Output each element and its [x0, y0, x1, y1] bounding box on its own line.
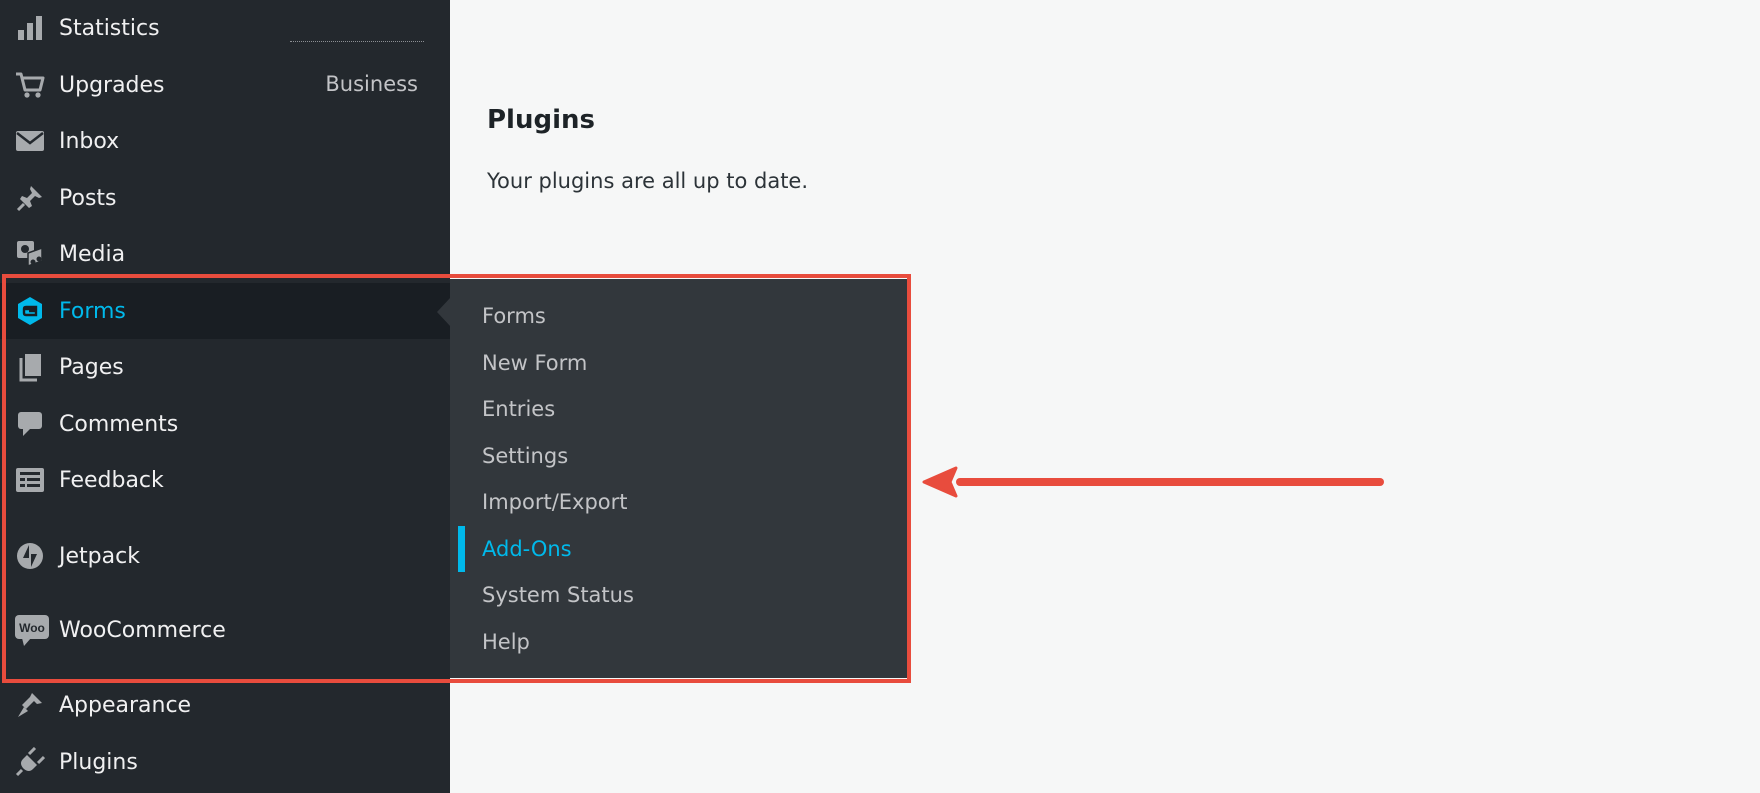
sidebar-item-label: Statistics	[59, 15, 160, 41]
sidebar-item-forms[interactable]: Forms	[0, 283, 450, 339]
feedback-icon	[14, 464, 46, 496]
submenu-item-settings[interactable]: Settings	[482, 433, 568, 479]
sidebar-item-label: Jetpack	[59, 543, 140, 569]
bar-chart-icon	[14, 12, 46, 44]
submenu-item-import-export[interactable]: Import/Export	[482, 479, 628, 525]
sidebar-item-label: Feedback	[59, 467, 164, 493]
sidebar-item-label: Media	[59, 241, 126, 267]
jetpack-icon	[14, 540, 46, 572]
gravity-forms-icon	[14, 295, 46, 327]
sidebar-item-label: Appearance	[59, 692, 192, 718]
pushpin-icon	[14, 182, 46, 214]
update-status-message: Your plugins are all up to date.	[487, 169, 809, 193]
sidebar-item-statistics[interactable]: Statistics	[0, 0, 450, 56]
submenu-item-forms[interactable]: Forms	[482, 293, 546, 339]
sidebar-item-label: Posts	[59, 185, 117, 211]
forms-submenu: Forms New Form Entries Settings Import/E…	[450, 279, 908, 678]
admin-sidebar: Business Statistics Upgrades Inbox Posts…	[0, 0, 450, 793]
plug-icon	[14, 746, 46, 778]
sidebar-item-plugins[interactable]: Plugins	[0, 734, 450, 790]
svg-text:Woo: Woo	[19, 621, 45, 635]
submenu-item-entries[interactable]: Entries	[482, 386, 555, 432]
sidebar-item-feedback[interactable]: Feedback	[0, 452, 450, 508]
submenu-item-help[interactable]: Help	[482, 619, 530, 665]
sidebar-item-jetpack[interactable]: Jetpack	[0, 528, 450, 584]
pages-icon	[14, 351, 46, 383]
sidebar-item-comments[interactable]: Comments	[0, 396, 450, 452]
sidebar-item-label: Pages	[59, 354, 124, 380]
sidebar-item-appearance[interactable]: Appearance	[0, 677, 450, 733]
cart-icon	[14, 69, 46, 101]
sidebar-item-label: WooCommerce	[59, 617, 226, 643]
active-menu-pointer	[437, 297, 451, 327]
sidebar-item-label: Forms	[59, 298, 126, 324]
sidebar-item-inbox[interactable]: Inbox	[0, 113, 450, 169]
sidebar-item-label: Plugins	[59, 749, 138, 775]
sidebar-item-upgrades[interactable]: Upgrades	[0, 57, 450, 113]
paintbrush-icon	[14, 689, 46, 721]
current-item-indicator	[458, 526, 465, 572]
sidebar-item-posts[interactable]: Posts	[0, 170, 450, 226]
speech-bubble-icon	[14, 408, 46, 440]
sidebar-item-label: Upgrades	[59, 72, 165, 98]
submenu-item-new-form[interactable]: New Form	[482, 340, 587, 386]
submenu-item-system-status[interactable]: System Status	[482, 572, 634, 618]
submenu-item-add-ons[interactable]: Add-Ons	[482, 526, 572, 572]
sidebar-item-media[interactable]: Media	[0, 226, 450, 282]
page-title: Plugins	[487, 105, 595, 135]
sidebar-item-pages[interactable]: Pages	[0, 339, 450, 395]
envelope-icon	[14, 125, 46, 157]
sidebar-item-woocommerce[interactable]: Woo WooCommerce	[0, 602, 450, 658]
media-icon	[14, 238, 46, 270]
sidebar-item-label: Comments	[59, 411, 179, 437]
callout-arrow-icon	[922, 466, 1384, 498]
sidebar-item-label: Inbox	[59, 128, 120, 154]
woocommerce-icon: Woo	[14, 614, 50, 646]
